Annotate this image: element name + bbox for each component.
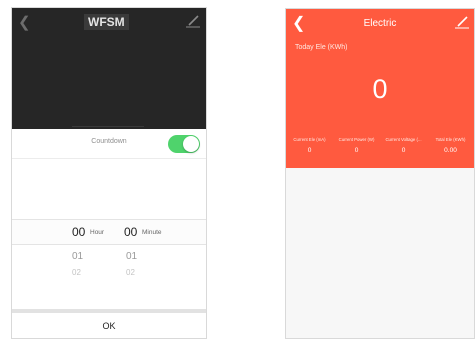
divider — [72, 126, 144, 127]
pencil-icon[interactable] — [455, 15, 469, 29]
minute-value[interactable]: 00 — [124, 225, 137, 239]
countdown-toggle[interactable] — [168, 135, 200, 153]
minute-option[interactable]: 02 — [126, 268, 135, 277]
electric-screen: ❮ Electric Today Ele (KWh) 0 Current Ele… — [285, 8, 475, 339]
stat-label: Current Ele (mA) — [293, 137, 326, 142]
stat-value: 0.00 — [444, 147, 457, 154]
stat-value: 0 — [354, 147, 359, 154]
page-title: Electric — [363, 18, 397, 29]
stats-row: Current Ele (mA) 0 Current Power (W) 0 C… — [286, 137, 474, 161]
stat-current-voltage: Current Voltage (... 0 — [380, 137, 427, 154]
minute-unit: Minute — [142, 229, 162, 236]
stat-label: Total Ele (KWh) — [435, 137, 466, 142]
stat-value: 0 — [401, 147, 406, 154]
time-picker[interactable]: 00 Hour 00 Minute 01 01 02 02 — [12, 219, 206, 281]
today-ele-label: Today Ele (KWh) — [295, 44, 348, 51]
ok-button[interactable]: OK — [12, 313, 206, 338]
hour-value[interactable]: 00 — [72, 225, 85, 239]
picker-selection-band — [12, 219, 206, 245]
stat-label: Current Power (W) — [338, 137, 375, 142]
pencil-icon[interactable] — [186, 14, 200, 28]
today-ele-value: 0 — [372, 74, 388, 104]
toggle-knob — [183, 136, 199, 152]
chevron-left-icon[interactable]: ❮ — [18, 13, 31, 31]
nav-bar: ❮ Electric — [286, 9, 474, 37]
hour-unit: Hour — [90, 229, 105, 236]
countdown-sheet: Countdown 00 Hour 00 Minute 01 01 02 02 … — [12, 129, 206, 338]
stat-current-ele: Current Ele (mA) 0 — [286, 137, 333, 154]
timer-screen: ❮ WFSM Countdown 00 Hour 00 Minute 01 01… — [11, 7, 207, 339]
stat-current-power: Current Power (W) 0 — [333, 137, 380, 154]
nav-bar: ❮ WFSM — [12, 8, 206, 36]
countdown-row: Countdown — [12, 129, 206, 159]
stat-total-ele: Total Ele (KWh) 0.00 — [427, 137, 474, 154]
hour-option[interactable]: 01 — [72, 251, 83, 262]
stat-label: Current Voltage (... — [385, 137, 422, 142]
minute-option[interactable]: 01 — [126, 251, 137, 262]
hour-option[interactable]: 02 — [72, 268, 81, 277]
page-title: WFSM — [84, 14, 129, 30]
stat-value: 0 — [307, 147, 312, 154]
electric-summary-panel: ❮ Electric Today Ele (KWh) 0 Current Ele… — [286, 9, 474, 168]
